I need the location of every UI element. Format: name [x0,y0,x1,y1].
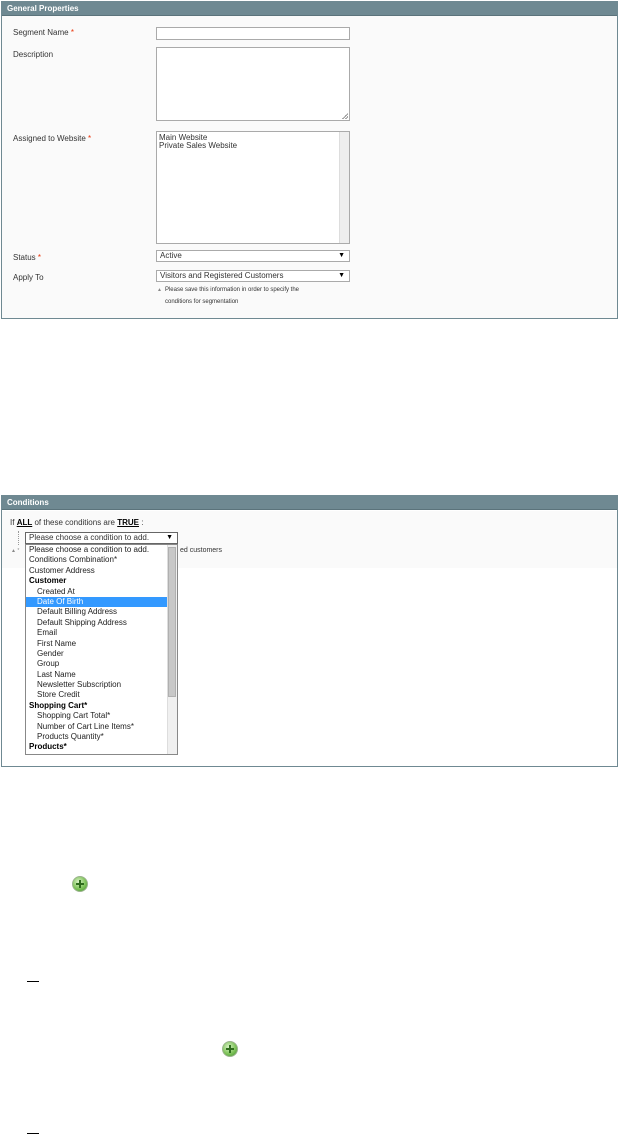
condition-dropdown-list[interactable]: Please choose a condition to add. Condit… [25,544,178,755]
chevron-down-icon: ▼ [338,252,345,259]
plus-circle-icon[interactable] [222,1041,238,1057]
status-label: Status * [13,253,42,262]
dropdown-option[interactable]: Store Credit [26,690,177,700]
dropdown-option-selected[interactable]: Date Of Birth [26,596,177,608]
dropdown-option[interactable]: Products Quantity* [26,732,177,742]
chevron-down-icon: ▼ [338,272,345,279]
dropdown-group-label: Shopping Cart* [29,700,88,710]
condition-select[interactable]: Please choose a condition to add. ▼ [25,532,178,544]
note-triangle-icon: ▲ [157,287,162,293]
dropdown-option[interactable]: First Name [26,639,177,649]
plus-circle-icon[interactable] [72,876,88,892]
dropdown-option[interactable]: Customer Address [26,566,177,576]
conditions-rule: If ALL of these conditions are TRUE : [10,518,144,527]
segment-name-label: Segment Name * [13,28,74,37]
dropdown-option[interactable]: Conditions Combination* [26,555,177,565]
aggregator-link[interactable]: ALL [17,518,33,527]
dropdown-option[interactable]: Please choose a condition to add. [26,545,177,555]
dropdown-option[interactable]: Default Billing Address [26,607,177,617]
chevron-down-icon: ▼ [166,534,173,541]
dropdown-group-label: Products* [29,742,67,752]
dropdown-scrollbar-thumb[interactable] [168,547,176,697]
condition-select-value: Please choose a condition to add. [29,533,150,542]
dropdown-option[interactable]: Last Name [26,670,177,680]
save-note-continued: conditions for segmentation [165,299,239,305]
dash-line [27,981,39,982]
general-properties-header: General Properties [2,2,617,16]
website-listbox-scrollbar[interactable] [339,132,349,243]
apply-to-select-value: Visitors and Registered Customers [160,271,284,280]
website-listbox[interactable]: Main Website Private Sales Website [156,131,350,244]
dropdown-option[interactable]: Default Shipping Address [26,618,177,628]
value-link[interactable]: TRUE [117,518,139,527]
website-label: Assigned to Website * [13,134,92,143]
dropdown-option[interactable]: Email [26,628,177,638]
apply-to-label: Apply To [13,273,44,282]
dropdown-scrollbar[interactable] [167,545,177,754]
description-textarea[interactable] [156,47,350,121]
hint-text: ed customers [180,547,223,554]
save-note: ▲ Please save this information in order t… [157,284,299,296]
status-select[interactable]: Active ▼ [156,250,350,262]
apply-to-select[interactable]: Visitors and Registered Customers ▼ [156,270,350,282]
dropdown-option[interactable]: Shopping Cart Total* [26,711,177,721]
dropdown-option[interactable]: Gender [26,649,177,659]
conditions-header: Conditions [2,496,617,510]
hint-triangle-icon: ▲ * [11,548,20,554]
status-select-value: Active [160,251,182,260]
dash-line [27,1133,39,1134]
description-label: Description [13,50,54,59]
segment-name-input[interactable] [156,27,350,40]
tree-guide [18,531,19,545]
website-option[interactable]: Private Sales Website [157,142,349,150]
dropdown-option[interactable]: Number of Cart Line Items* [26,722,177,732]
dropdown-option[interactable]: Group [26,659,177,669]
dropdown-group-label: Customer [29,576,67,586]
dropdown-option[interactable]: Created At [26,587,177,597]
dropdown-option[interactable]: Newsletter Subscription [26,680,177,690]
resize-handle-icon[interactable] [342,113,348,119]
